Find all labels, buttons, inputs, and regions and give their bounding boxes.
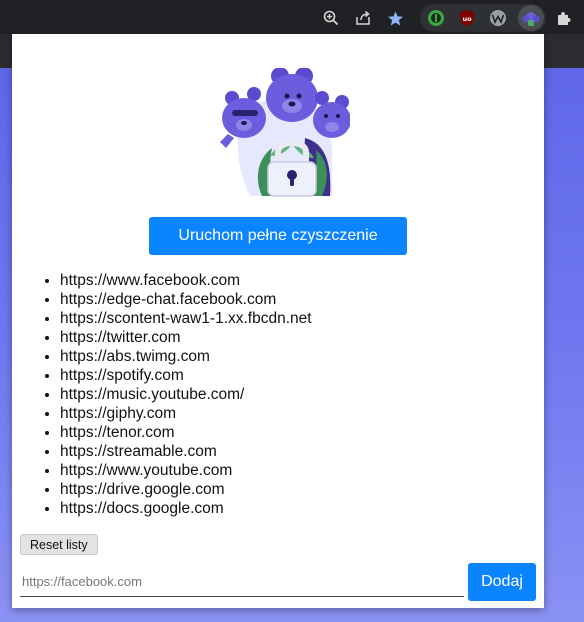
ext-w-icon[interactable]: [486, 6, 510, 30]
list-item: https://tenor.com: [60, 423, 312, 442]
url-input[interactable]: [20, 566, 464, 597]
list-item: https://docs.google.com: [60, 499, 312, 518]
extension-popup: Uruchom pełne czyszczenie https://www.fa…: [12, 34, 544, 608]
bookmark-star-icon[interactable]: [383, 6, 407, 30]
add-button[interactable]: Dodaj: [468, 563, 536, 601]
zoom-icon[interactable]: [319, 6, 343, 30]
bears-lock-illustration: [220, 68, 350, 197]
list-item: https://www.facebook.com: [60, 271, 312, 290]
list-item: https://twitter.com: [60, 328, 312, 347]
list-item: https://spotify.com: [60, 366, 312, 385]
url-list: https://www.facebook.comhttps://edge-cha…: [12, 271, 312, 518]
list-item: https://edge-chat.facebook.com: [60, 290, 312, 309]
cleaner-extension-icon[interactable]: [519, 6, 543, 30]
list-item: https://streamable.com: [60, 442, 312, 461]
ublock-icon[interactable]: uo: [455, 6, 479, 30]
list-item: https://scontent-waw1-1.xx.fbcdn.net: [60, 309, 312, 328]
list-item: https://giphy.com: [60, 404, 312, 423]
full-cleanup-button[interactable]: Uruchom pełne czyszczenie: [149, 217, 407, 255]
extensions-puzzle-icon[interactable]: [551, 6, 575, 30]
list-item: https://abs.twimg.com: [60, 347, 312, 366]
toolbar-shade-left: [0, 34, 12, 68]
reset-list-button[interactable]: Reset listy: [20, 534, 98, 555]
share-icon[interactable]: [351, 6, 375, 30]
list-item: https://drive.google.com: [60, 480, 312, 499]
list-item: https://www.youtube.com: [60, 461, 312, 480]
toolbar-shade-right: [544, 34, 584, 68]
ext-green-icon[interactable]: [424, 6, 448, 30]
svg-text:uo: uo: [462, 15, 472, 23]
list-item: https://music.youtube.com/: [60, 385, 312, 404]
